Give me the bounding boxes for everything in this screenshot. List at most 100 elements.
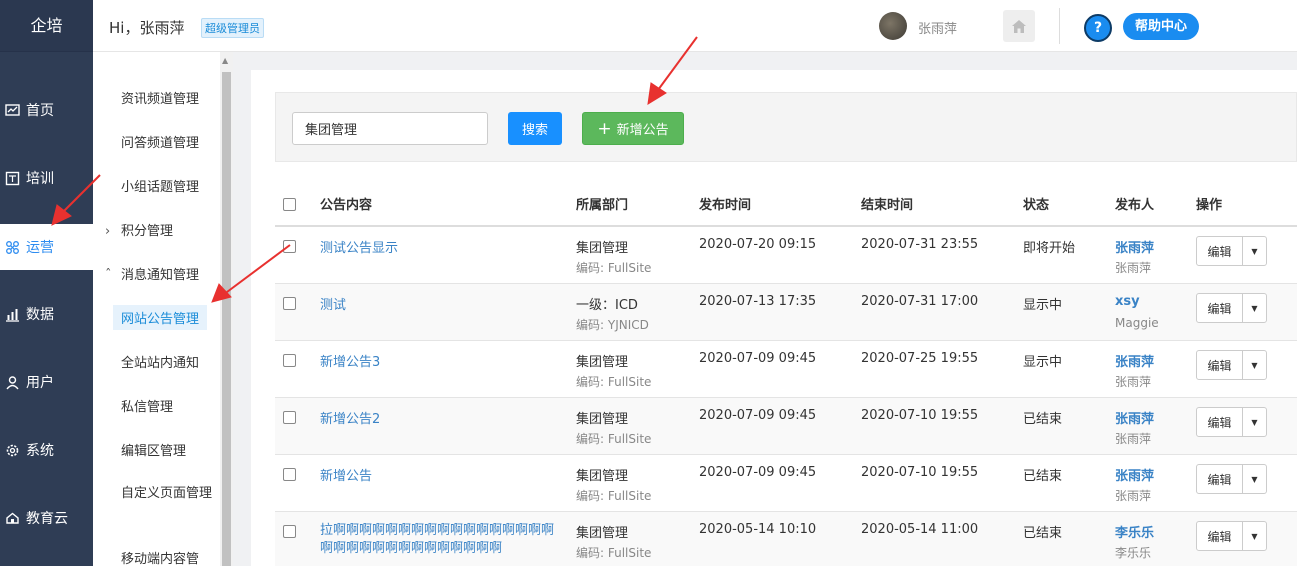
caret-down-icon[interactable]: ▼ <box>1243 294 1266 322</box>
status-text: 已结束 <box>1023 412 1063 427</box>
row-actions: 编辑 ▼ <box>1196 464 1267 494</box>
nav-item-system[interactable]: 系统 <box>0 427 93 473</box>
home-icon <box>1012 20 1026 33</box>
search-input[interactable] <box>292 112 488 145</box>
header-username[interactable]: 张雨萍 <box>918 18 957 37</box>
help-question-icon[interactable]: ? <box>1084 14 1112 42</box>
announcement-title-link[interactable]: 拉啊啊啊啊啊啊啊啊啊啊啊啊啊啊啊啊啊啊啊啊啊啊啊啊啊啊啊啊啊啊啊 <box>320 522 562 558</box>
end-time: 2020-07-31 17:00 <box>861 294 979 309</box>
submenu-item-qa-channel[interactable]: 问答频道管理 <box>121 132 199 151</box>
submenu-group-notifications[interactable]: ˆ 消息通知管理 <box>105 264 199 283</box>
announcement-title-link[interactable]: 新增公告2 <box>320 408 380 427</box>
help-center-button[interactable]: 帮助中心 <box>1123 13 1200 40</box>
publish-time: 2020-07-13 17:35 <box>699 294 817 309</box>
code-prefix: 编码: <box>576 546 608 560</box>
home-button[interactable] <box>1003 10 1035 42</box>
submenu-item-site-announcements[interactable]: 网站公告管理 <box>113 305 208 330</box>
publisher-link[interactable]: 张雨萍 <box>1115 351 1154 370</box>
user-icon <box>4 374 20 390</box>
avatar[interactable] <box>879 12 907 40</box>
table-row: 新增公告 集团管理 编码: FullSite 2020-07-09 09:45 2020… <box>275 455 1297 512</box>
greeting-text: Hi，张雨萍 <box>109 19 185 37</box>
nav-item-home[interactable]: 首页 <box>0 87 93 133</box>
department-name: 一级：ICD <box>576 298 638 313</box>
column-header[interactable]: 结束时间 <box>861 186 913 226</box>
end-time: 2020-07-31 23:55 <box>861 237 979 252</box>
announcement-title-link[interactable]: 测试 <box>320 294 346 313</box>
publish-time: 2020-05-14 10:10 <box>699 522 817 537</box>
publish-time: 2020-07-09 09:45 <box>699 465 817 480</box>
row-checkbox[interactable] <box>283 525 296 538</box>
edit-button[interactable]: 编辑 <box>1197 237 1243 265</box>
column-header[interactable]: 发布人 <box>1115 186 1154 226</box>
publisher-link[interactable]: 张雨萍 <box>1115 237 1154 256</box>
row-actions: 编辑 ▼ <box>1196 407 1267 437</box>
publisher-link[interactable]: 张雨萍 <box>1115 465 1154 484</box>
department-name: 集团管理 <box>576 355 629 370</box>
submenu-item-custom-page[interactable]: 自定义页面管理 <box>121 484 213 504</box>
publisher-link[interactable]: 张雨萍 <box>1115 408 1154 427</box>
code-prefix: 编码: <box>576 432 608 446</box>
table-row: 新增公告3 集团管理 编码: FullSite 2020-07-09 09:45 202… <box>275 341 1297 398</box>
submenu-item-group-topic[interactable]: 小组话题管理 <box>121 176 199 195</box>
submenu-item-private-message[interactable]: 私信管理 <box>121 396 173 415</box>
chevron-up-icon: ˆ <box>105 268 112 283</box>
add-announcement-button[interactable]: + 新增公告 <box>582 112 684 145</box>
edit-button[interactable]: 编辑 <box>1197 522 1243 550</box>
row-checkbox[interactable] <box>283 297 296 310</box>
row-checkbox[interactable] <box>283 468 296 481</box>
publish-time: 2020-07-09 09:45 <box>699 408 817 423</box>
gear-icon <box>4 442 20 458</box>
select-all-checkbox[interactable] <box>283 198 296 211</box>
publisher-link[interactable]: 李乐乐 <box>1115 522 1154 541</box>
edit-button[interactable]: 编辑 <box>1197 465 1243 493</box>
nav-item-training[interactable]: 培训 <box>0 155 93 201</box>
announcement-title-link[interactable]: 测试公告显示 <box>320 237 398 256</box>
edit-button[interactable]: 编辑 <box>1197 351 1243 379</box>
submenu-item-news-channel[interactable]: 资讯频道管理 <box>121 88 199 107</box>
end-time: 2020-07-10 19:55 <box>861 408 979 423</box>
column-header[interactable]: 公告内容 <box>320 186 372 226</box>
caret-down-icon[interactable]: ▼ <box>1243 408 1266 436</box>
add-announcement-label: 新增公告 <box>616 123 669 138</box>
table-row: 拉啊啊啊啊啊啊啊啊啊啊啊啊啊啊啊啊啊啊啊啊啊啊啊啊啊啊啊啊啊啊啊 集团管理 编码: … <box>275 512 1297 566</box>
edit-button[interactable]: 编辑 <box>1197 294 1243 322</box>
publisher-subname: 张雨萍 <box>1115 261 1152 275</box>
row-checkbox[interactable] <box>283 411 296 424</box>
caret-down-icon[interactable]: ▼ <box>1243 522 1266 550</box>
code-value: FullSite <box>607 489 652 503</box>
announcement-title-link[interactable]: 新增公告 <box>320 465 372 484</box>
submenu-item-mobile-content[interactable]: 移动端内容管 <box>121 548 199 566</box>
status-text: 即将开始 <box>1023 241 1076 256</box>
submenu-item-editor-area[interactable]: 编辑区管理 <box>121 440 186 459</box>
submenu-item-site-notice[interactable]: 全站站内通知 <box>121 352 199 371</box>
nav-item-label: 培训 <box>26 171 54 187</box>
edit-button[interactable]: 编辑 <box>1197 408 1243 436</box>
scroll-up-icon[interactable]: ▲ <box>222 56 228 65</box>
caret-down-icon[interactable]: ▼ <box>1243 351 1266 379</box>
status-text: 显示中 <box>1023 355 1063 370</box>
row-checkbox[interactable] <box>283 240 296 253</box>
scrollbar-thumb[interactable] <box>222 72 231 566</box>
nav-item-label: 教育云 <box>26 511 68 527</box>
column-header[interactable]: 状态 <box>1023 186 1049 226</box>
nav-item-operation[interactable]: 运营 <box>0 224 93 270</box>
column-header: 操作 <box>1196 198 1223 213</box>
submenu-group-points[interactable]: › 积分管理 <box>105 220 173 239</box>
nav-item-edu-cloud[interactable]: 教育云 <box>0 495 93 541</box>
main-content: 搜索 + 新增公告 公告内容 所属部门 发布时间 结束时间 状态 发布人 操作 … <box>251 70 1297 566</box>
department-name: 集团管理 <box>576 412 629 427</box>
column-header[interactable]: 发布时间 <box>699 186 751 226</box>
department-name: 集团管理 <box>576 526 629 541</box>
search-button[interactable]: 搜索 <box>508 112 562 145</box>
caret-down-icon[interactable]: ▼ <box>1243 465 1266 493</box>
department-code: 编码: FullSite <box>576 487 651 504</box>
announcement-title-link[interactable]: 新增公告3 <box>320 351 380 370</box>
column-header[interactable]: 所属部门 <box>576 186 628 226</box>
row-checkbox[interactable] <box>283 354 296 367</box>
caret-down-icon[interactable]: ▼ <box>1243 237 1266 265</box>
search-bar: 搜索 + 新增公告 <box>275 92 1297 162</box>
nav-item-users[interactable]: 用户 <box>0 359 93 405</box>
nav-item-data[interactable]: 数据 <box>0 291 93 337</box>
publisher-link[interactable]: xsy <box>1115 294 1140 309</box>
